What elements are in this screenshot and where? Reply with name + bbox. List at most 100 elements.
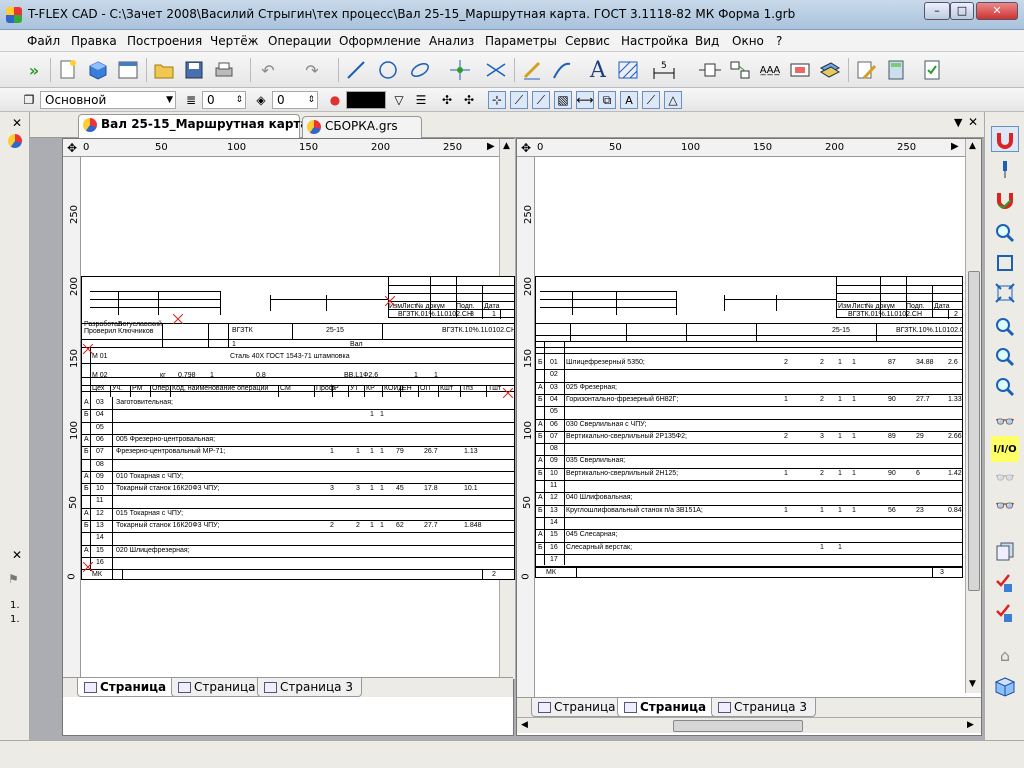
circle-icon[interactable]: [376, 58, 400, 82]
menu-constructions[interactable]: Построения: [127, 34, 202, 48]
page-tab-3[interactable]: Страница 3: [257, 678, 362, 697]
ellipse-icon[interactable]: [408, 58, 432, 82]
zoom-extents-icon[interactable]: [991, 280, 1019, 306]
copy-pages-icon[interactable]: [991, 538, 1019, 564]
select-nodes-icon[interactable]: ⊹: [488, 91, 506, 109]
document-tree-icon[interactable]: [8, 134, 22, 148]
text-icon[interactable]: A: [586, 58, 610, 83]
undo-icon[interactable]: ↶: [256, 58, 280, 82]
dimension-icon[interactable]: 5: [652, 58, 676, 82]
menu-help[interactable]: ?: [776, 34, 782, 48]
maximize-button[interactable]: □: [950, 2, 974, 20]
checklist-icon[interactable]: [920, 58, 944, 82]
menu-view[interactable]: Вид: [695, 34, 719, 48]
color-swatch[interactable]: [346, 91, 386, 109]
sketch-curve-icon[interactable]: [550, 58, 574, 82]
select-lines2-icon[interactable]: ⟋: [642, 91, 660, 109]
select-hatch-icon[interactable]: ▧: [554, 91, 572, 109]
scroll-left-icon[interactable]: ◀: [521, 720, 528, 730]
scroll-right-icon[interactable]: ▶: [967, 720, 974, 730]
info-toggle-icon[interactable]: I/I/O: [991, 436, 1019, 462]
text-labels-icon[interactable]: A̲A̲A̲: [758, 58, 782, 82]
glasses-2-icon[interactable]: 👓: [991, 492, 1019, 518]
menu-analysis[interactable]: Анализ: [429, 34, 474, 48]
tab-list-dropdown-icon[interactable]: ▼: [954, 116, 962, 129]
ruler-right-arrow-icon[interactable]: ▶: [951, 141, 959, 152]
close-button[interactable]: ✕: [976, 2, 1018, 20]
redo-icon[interactable]: ↷: [300, 58, 324, 82]
menu-settings[interactable]: Настройка: [621, 34, 688, 48]
snap-settings2-icon[interactable]: ✣: [460, 91, 478, 109]
calculator-icon[interactable]: [884, 58, 908, 82]
filter-list-icon[interactable]: ☰: [412, 91, 430, 109]
check-cubes-icon[interactable]: [991, 600, 1019, 626]
panel-close-icon[interactable]: ✕: [12, 116, 22, 130]
menu-parameters[interactable]: Параметры: [485, 34, 557, 48]
scroll-up-icon[interactable]: ▲: [503, 141, 510, 151]
panel2-close-icon[interactable]: ✕: [12, 548, 22, 562]
select-graphics-icon[interactable]: ⟋: [532, 91, 550, 109]
menu-drawing[interactable]: Чертёж: [210, 34, 258, 48]
zoom-fit-icon[interactable]: [991, 250, 1019, 276]
layer-select[interactable]: Основной ▼: [40, 91, 176, 109]
menu-file[interactable]: Файл: [27, 34, 60, 48]
select-fragments-icon[interactable]: ⧉: [598, 91, 616, 109]
route-card-sheet-2[interactable]: Изм Лист № докум Подп. Дата ВГЗТК.01%.1L0102.…: [535, 276, 963, 578]
pin-icon[interactable]: [991, 156, 1019, 182]
select-dimensions-icon[interactable]: ⟷: [576, 91, 594, 109]
snap-settings-icon[interactable]: ✣: [438, 91, 456, 109]
new-3d-model-icon[interactable]: [86, 58, 110, 82]
menu-formatting[interactable]: Оформление: [339, 34, 421, 48]
layers-icon[interactable]: [818, 58, 842, 82]
line-icon[interactable]: [344, 58, 368, 82]
flag-icon[interactable]: ⚑: [8, 572, 19, 586]
select-lines-icon[interactable]: ⟋: [510, 91, 528, 109]
zoom-out-icon[interactable]: [991, 344, 1019, 370]
zoom-window-icon[interactable]: [991, 220, 1019, 246]
right-viewport[interactable]: ✥ 0 50 100 150 200 250 ▶ 250 200 150 100…: [516, 138, 982, 736]
3d-view-cube-icon[interactable]: [991, 674, 1019, 700]
menu-edit[interactable]: Правка: [71, 34, 117, 48]
edit-document-icon[interactable]: [854, 58, 878, 82]
magnet-snap-icon[interactable]: [991, 126, 1019, 152]
select-text-icon[interactable]: A: [620, 91, 638, 109]
scroll-thumb[interactable]: [968, 271, 980, 591]
check-cube-icon[interactable]: [991, 570, 1019, 596]
filter-icon[interactable]: ▽: [390, 91, 408, 109]
tab-route-card[interactable]: Вал 25-15_Маршрутная карта. Г...: [78, 114, 339, 138]
hatch-icon[interactable]: [616, 58, 640, 82]
trim-icon[interactable]: [484, 58, 508, 82]
scroll-down-icon[interactable]: ▼: [969, 679, 976, 689]
menu-window[interactable]: Окно: [732, 34, 764, 48]
vertical-scrollbar[interactable]: ▲ ▼: [965, 139, 981, 693]
print-icon[interactable]: [212, 58, 236, 82]
table-icon[interactable]: [788, 58, 812, 82]
save-icon[interactable]: [182, 58, 206, 82]
node-icon[interactable]: [448, 58, 472, 82]
level-spinner-2[interactable]: 0 ⇕: [272, 91, 318, 109]
scroll-thumb[interactable]: [673, 720, 803, 732]
tab-assembly[interactable]: СБОРКА.grs: [302, 116, 422, 138]
glasses-icon[interactable]: 👓: [991, 408, 1019, 434]
magnet-green-icon[interactable]: [991, 186, 1019, 212]
left-viewport[interactable]: ✥ 0 50 100 150 200 250 ▶ 250 200 150 100…: [62, 138, 515, 736]
horizontal-scrollbar[interactable]: ◀ ▶: [517, 717, 981, 733]
level-spinner-1[interactable]: 0 ⇕: [202, 91, 246, 109]
zoom-in-icon[interactable]: [991, 314, 1019, 340]
new-window-icon[interactable]: [116, 58, 140, 82]
ruler-right-arrow-icon[interactable]: ▶: [487, 141, 495, 152]
sketch-pencil-icon[interactable]: [520, 58, 544, 82]
new-document-icon[interactable]: [56, 58, 80, 82]
page-tab-3[interactable]: Страница 3: [711, 698, 816, 717]
route-card-sheet-1[interactable]: Изм Лист № докум Подп. Дата ВГЗТК.01%.1L0102.…: [81, 276, 515, 580]
zoom-previous-icon[interactable]: [991, 374, 1019, 400]
open-folder-icon[interactable]: [152, 58, 176, 82]
double-check-icon[interactable]: »: [22, 58, 46, 82]
scroll-up-icon[interactable]: ▲: [969, 141, 976, 151]
select-all-icon[interactable]: △: [664, 91, 682, 109]
fragment-icon[interactable]: [698, 58, 722, 82]
minimize-button[interactable]: –: [924, 2, 950, 20]
pan-icon[interactable]: ✥: [67, 141, 77, 155]
pan-icon[interactable]: ✥: [521, 141, 531, 155]
color-palette-icon[interactable]: ●: [326, 91, 344, 109]
